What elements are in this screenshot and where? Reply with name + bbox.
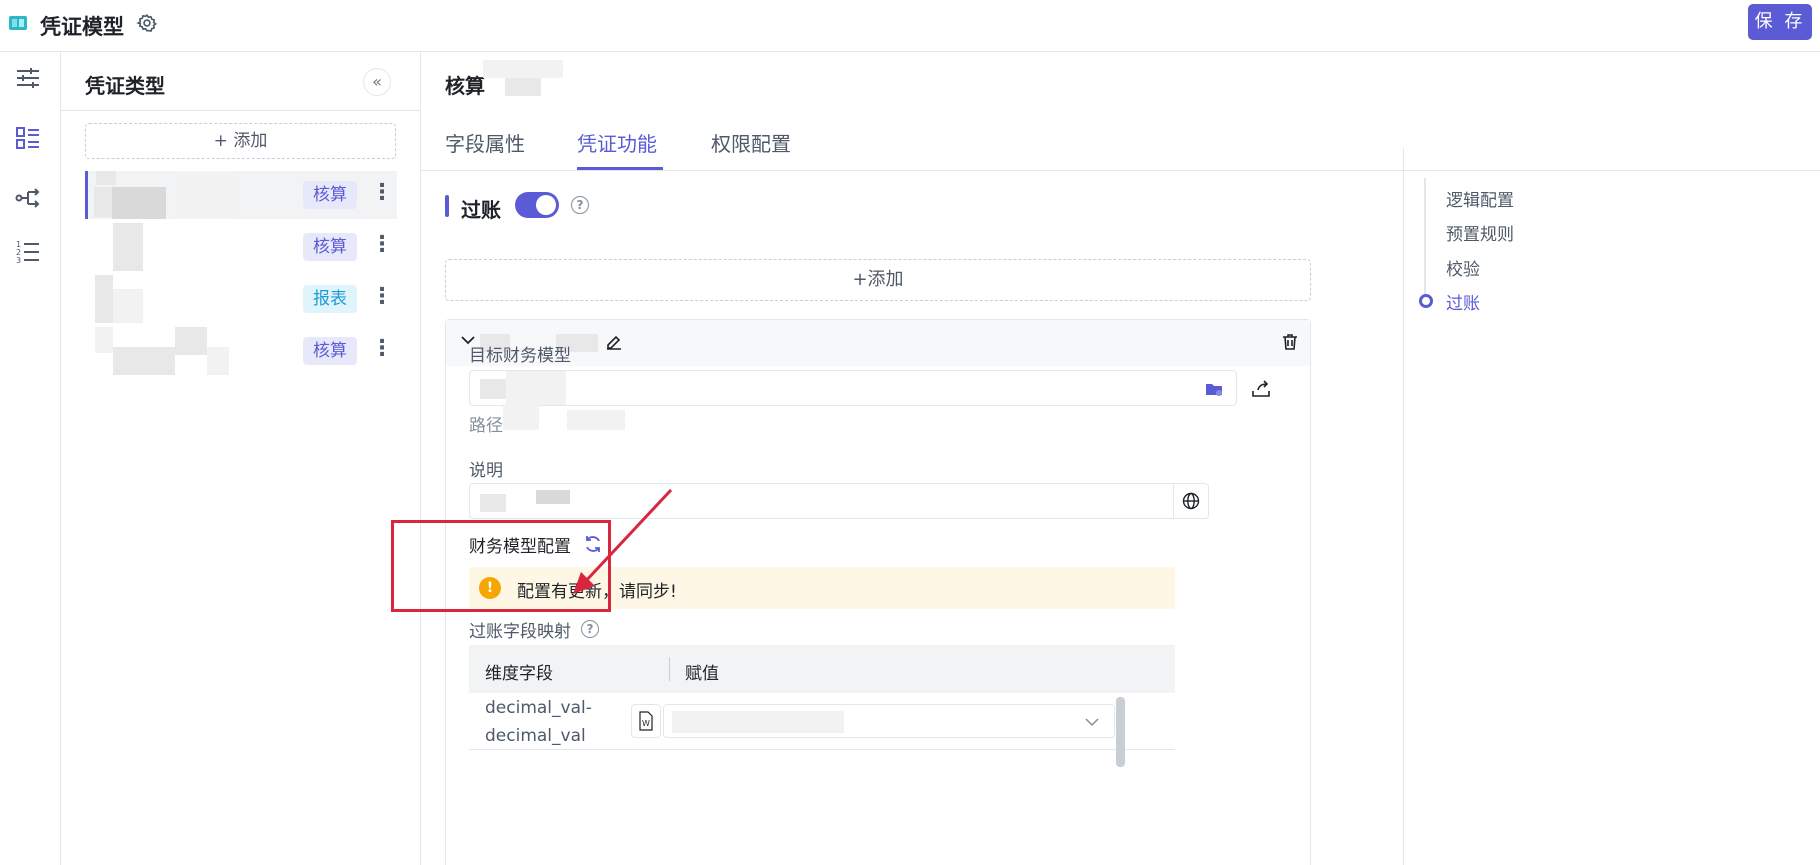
table-cell-field: decimal_val- decimal_val bbox=[485, 698, 592, 746]
edit-icon[interactable] bbox=[604, 332, 624, 352]
translate-button[interactable] bbox=[1173, 483, 1209, 519]
anchor-track bbox=[1424, 178, 1426, 298]
more-icon[interactable]: ⋮ bbox=[371, 283, 393, 315]
section-title: 过账 bbox=[461, 198, 501, 222]
anchor-item-validation[interactable]: 校验 bbox=[1446, 255, 1480, 280]
target-model-label: 目标财务模型 bbox=[469, 346, 571, 366]
globe-icon bbox=[1182, 492, 1200, 510]
left-rail: 1 2 3 bbox=[0, 52, 61, 865]
card-header bbox=[446, 320, 1310, 366]
list-item[interactable]: 核算 ⋮ bbox=[85, 223, 397, 271]
chevron-down-icon bbox=[1085, 718, 1099, 727]
type-tag: 核算 bbox=[303, 337, 357, 365]
anchor-item-posting[interactable]: 过账 bbox=[1446, 289, 1480, 314]
svg-text:W: W bbox=[642, 719, 650, 728]
column-dimension-field: 维度字段 bbox=[485, 664, 553, 684]
help-icon[interactable]: ? bbox=[581, 620, 599, 638]
anchor-item-logic-config[interactable]: 逻辑配置 bbox=[1446, 186, 1514, 211]
document-icon: W bbox=[639, 711, 653, 731]
column-assignment: 赋值 bbox=[685, 664, 719, 684]
posting-toggle[interactable] bbox=[515, 192, 559, 218]
voucher-type-panel: 凭证类型 « + 添加 核算 ⋮ 核算 ⋮ 报表 ⋮ 核算 ⋮ bbox=[61, 52, 421, 865]
add-type-button[interactable]: + 添加 bbox=[85, 123, 396, 159]
more-icon[interactable]: ⋮ bbox=[371, 231, 393, 263]
table-header: 维度字段 赋值 bbox=[469, 645, 1175, 693]
flow-icon[interactable] bbox=[14, 184, 42, 212]
type-tag: 核算 bbox=[303, 233, 357, 261]
gear-icon[interactable] bbox=[136, 12, 158, 34]
add-rule-button[interactable]: +添加 bbox=[445, 259, 1311, 301]
target-model-input[interactable] bbox=[469, 370, 1237, 406]
sliders-icon[interactable] bbox=[14, 64, 42, 92]
more-icon[interactable]: ⋮ bbox=[371, 335, 393, 367]
field-mapping-label: 过账字段映射 bbox=[469, 622, 571, 642]
section-marker bbox=[445, 195, 449, 217]
active-anchor-dot bbox=[1419, 294, 1433, 308]
type-tag: 报表 bbox=[303, 285, 357, 313]
collapse-button[interactable]: « bbox=[363, 68, 391, 96]
arrow-annotation bbox=[573, 488, 673, 594]
tab-permission[interactable]: 权限配置 bbox=[711, 128, 791, 157]
app-logo-icon bbox=[9, 16, 27, 30]
list-item[interactable]: 核算 ⋮ bbox=[85, 171, 397, 219]
top-bar: 凭证模型 保 存 bbox=[0, 0, 1820, 52]
anchor-nav: 逻辑配置 预置规则 校验 过账 bbox=[1403, 148, 1820, 865]
panel-title: 凭证类型 bbox=[85, 74, 165, 98]
tab-voucher-function[interactable]: 凭证功能 bbox=[577, 128, 657, 157]
numbered-list-icon[interactable]: 1 2 3 bbox=[14, 238, 42, 266]
help-icon[interactable]: ? bbox=[571, 196, 589, 214]
layout-list-icon[interactable] bbox=[14, 124, 42, 152]
more-icon[interactable]: ⋮ bbox=[371, 179, 393, 211]
save-button[interactable]: 保 存 bbox=[1748, 4, 1812, 40]
list-item[interactable]: 核算 ⋮ bbox=[85, 327, 397, 375]
path-label: 路径 bbox=[469, 416, 503, 436]
trash-icon[interactable] bbox=[1280, 332, 1300, 352]
word-type-button[interactable]: W bbox=[631, 704, 661, 738]
type-tag: 核算 bbox=[303, 181, 357, 209]
divider bbox=[469, 749, 1175, 750]
svg-text:3: 3 bbox=[16, 256, 21, 265]
list-item[interactable]: 报表 ⋮ bbox=[85, 275, 397, 323]
table-scrollbar[interactable] bbox=[1116, 697, 1125, 767]
app-title: 凭证模型 bbox=[40, 15, 124, 39]
anchor-item-preset-rules[interactable]: 预置规则 bbox=[1446, 220, 1514, 245]
description-label: 说明 bbox=[469, 461, 503, 481]
assignment-select[interactable] bbox=[663, 704, 1115, 738]
folder-icon[interactable] bbox=[1204, 379, 1224, 399]
divider bbox=[61, 110, 420, 111]
tab-field-attributes[interactable]: 字段属性 bbox=[445, 128, 525, 157]
share-icon[interactable] bbox=[1250, 378, 1272, 400]
page-title: 核算 bbox=[445, 74, 485, 98]
